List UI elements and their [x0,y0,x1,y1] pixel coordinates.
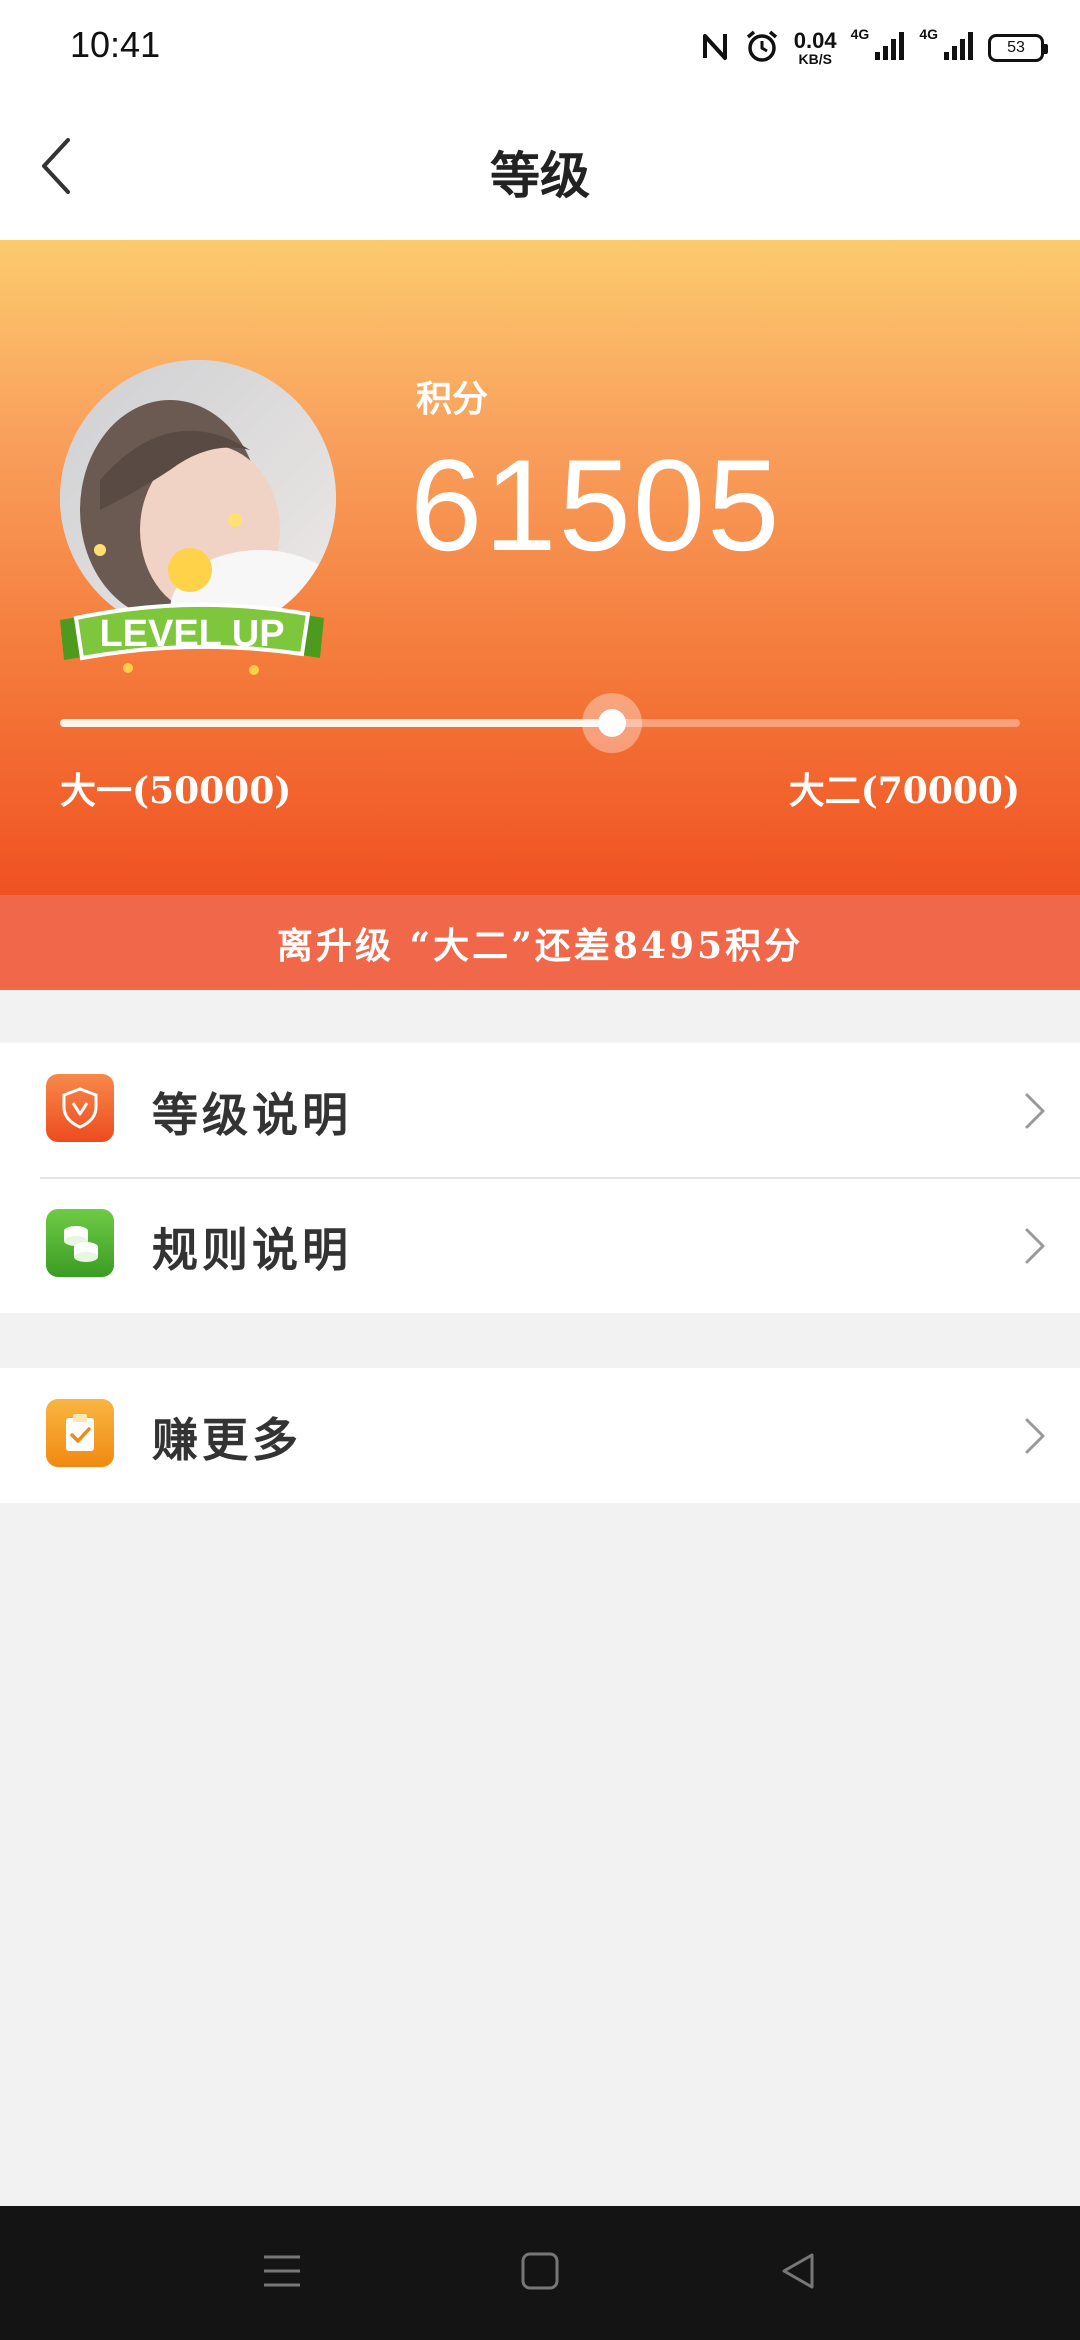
status-bar: 10:41 0.04 KB/S 4G 4G 53 [0,0,1080,96]
home-button[interactable] [510,2243,570,2303]
score-label: 积分 [416,378,489,420]
battery-icon: 53 [988,34,1048,62]
clipboard-check-icon [46,1399,114,1467]
level-progress-thumb-dot [598,709,627,737]
page-title: 等级 [490,146,590,205]
menu-item-label: 赚更多 [152,1413,302,1467]
menu-item-rules-description[interactable]: 规则说明 [0,1178,1080,1313]
menu-item-label: 等级说明 [152,1088,352,1142]
menu-item-level-description[interactable]: 等级说明 [0,1043,1080,1179]
header: 等级 [0,96,1080,240]
menu-item-earn-more[interactable]: 赚更多 [0,1368,1080,1503]
net-speed: 0.04 KB/S [793,28,837,67]
battery-level: 53 [1007,39,1025,56]
alarm-icon [744,28,780,68]
coins-icon [46,1209,114,1277]
signal-icon [942,30,974,66]
chevron-right-icon [1025,1093,1045,1129]
status-time: 10:41 [70,24,161,65]
score-value: 61505 [410,432,782,578]
net-speed-unit: KB/S [798,51,832,67]
back-icon [778,2251,818,2295]
nfc-icon [700,28,730,68]
level-progress-track [60,693,1020,753]
menu-card: 等级说明 规则说明 [0,1043,1080,1313]
level-up-badge: LEVEL UP [58,580,326,676]
menu-button[interactable] [252,2243,312,2303]
chevron-right-icon [1025,1418,1045,1454]
menu-item-label: 规则说明 [152,1223,352,1277]
sim2-label: 4G [919,26,938,42]
system-back-button[interactable] [768,2243,828,2303]
level-up-badge-text: LEVEL UP [99,613,284,655]
level-end-label: 大二(70000) [788,770,1020,812]
shield-icon [46,1074,114,1142]
level-progress-thumb [582,693,643,753]
level-hero: LEVEL UP 积分 61505 大一(50000) 大二(70000) [0,240,1080,895]
net-speed-value: 0.04 [793,28,837,53]
level-start-label: 大一(50000) [60,770,292,812]
menu-icon [262,2251,302,2295]
sim1-label: 4G [850,26,870,42]
menu-card: 赚更多 [0,1368,1080,1503]
status-icons: 0.04 KB/S 4G 4G 53 [700,26,1048,70]
chevron-right-icon [1025,1228,1045,1264]
upgrade-notice: 离升级 “大二”还差8495积分 [0,895,1080,990]
home-icon [520,2251,560,2295]
system-nav-bar [0,2206,1080,2340]
level-progress-fill [60,719,613,727]
signal-icon [873,30,905,66]
